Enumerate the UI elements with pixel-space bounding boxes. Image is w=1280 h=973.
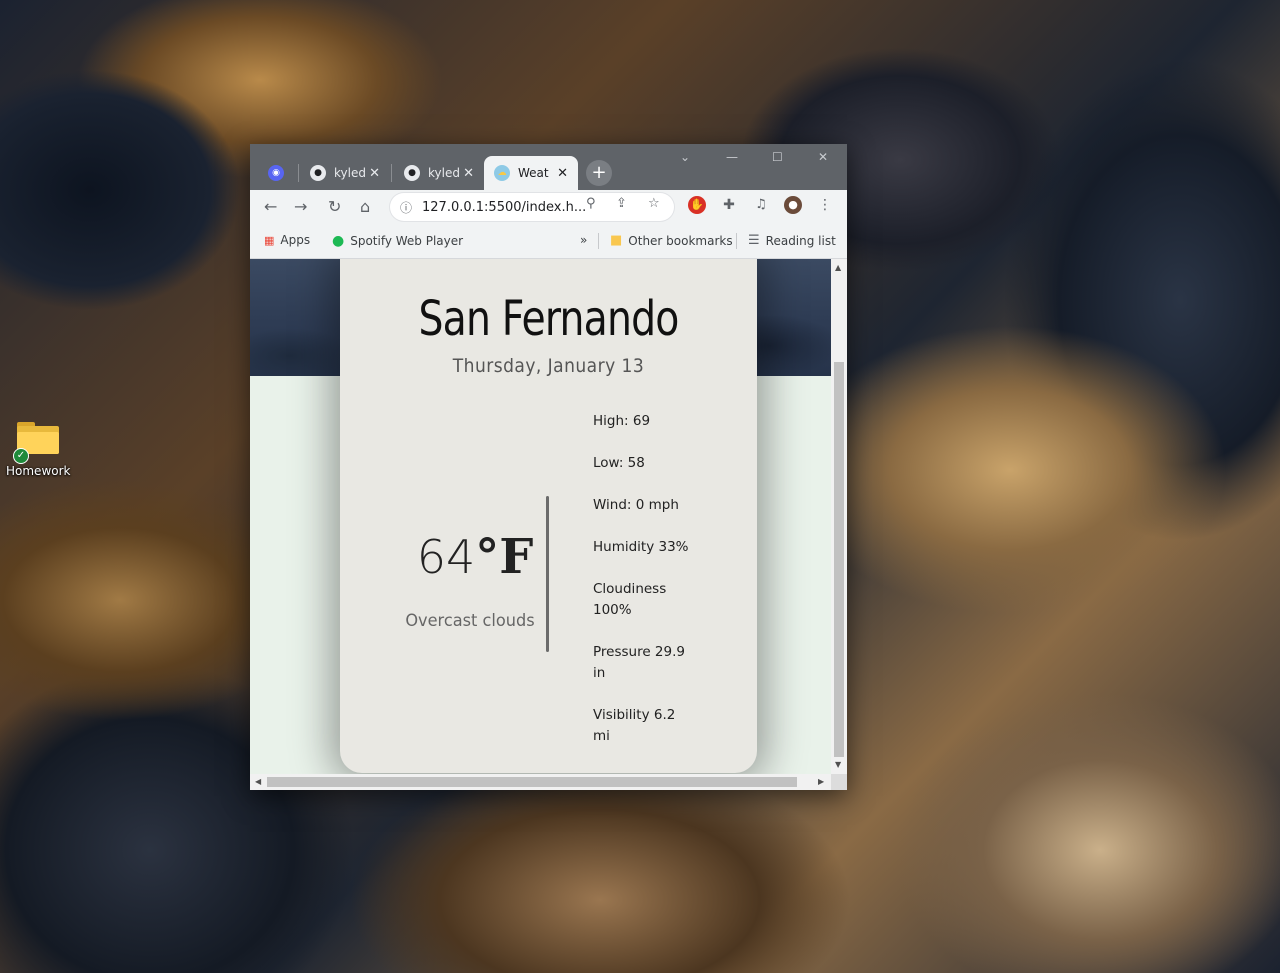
minimize-button[interactable]: — (726, 150, 738, 164)
tab-github-2[interactable]: ● kyled ✕ (394, 156, 484, 190)
menu-kebab-icon[interactable]: ⋮ (816, 196, 834, 214)
reload-icon[interactable]: ↻ (328, 197, 341, 216)
bookmark-spotify[interactable]: ● Spotify Web Player (332, 233, 463, 249)
close-tab-icon[interactable]: ✕ (463, 166, 474, 181)
adblock-extension-icon[interactable]: ✋ (688, 196, 706, 214)
bookmark-label: Apps (280, 233, 311, 247)
media-control-icon[interactable]: ♫ (752, 196, 770, 214)
current-temperature: 64°F (410, 529, 540, 585)
site-info-icon[interactable]: ⓘ (400, 199, 412, 216)
address-url: 127.0.0.1:5500/index.h... (422, 199, 587, 215)
stat-low: Low: 58 (593, 455, 645, 471)
temperature-unit: °F (475, 529, 534, 585)
vertical-divider (546, 496, 549, 652)
scroll-left-arrow-icon[interactable]: ◀ (255, 777, 261, 786)
bookmark-apps[interactable]: ▦ Apps (264, 233, 310, 247)
apps-grid-icon: ▦ (264, 233, 275, 247)
close-tab-icon[interactable]: ✕ (557, 166, 568, 181)
tab-github-1[interactable]: ● kyled ✕ (300, 156, 390, 190)
close-window-button[interactable]: ✕ (818, 150, 828, 164)
browser-window: ◉ ● kyled ✕ ● kyled ✕ ☁ Weat ✕ + ⌄ — ☐ ✕… (250, 144, 847, 790)
bookmark-label: Other bookmarks (628, 233, 733, 248)
stat-pressure: Pressure 29.9 in (593, 644, 685, 681)
github-icon: ● (404, 165, 420, 181)
bookmarks-bar: ▦ Apps ● Spotify Web Player » ■ Other bo… (250, 224, 847, 259)
temperature-value: 64 (416, 530, 476, 584)
desktop-icon-label: Homework (6, 464, 71, 478)
horizontal-scrollbar[interactable]: ◀ ▶ (250, 774, 831, 790)
share-icon[interactable]: ⇪ (616, 196, 627, 211)
bookmark-other[interactable]: ■ Other bookmarks (610, 233, 733, 248)
folder-icon: ■ (610, 233, 623, 248)
back-icon[interactable]: ← (264, 197, 277, 216)
page-viewport: San Fernando Thursday, January 13 64°F O… (250, 259, 831, 774)
scroll-right-arrow-icon[interactable]: ▶ (818, 777, 824, 786)
stat-humidity: Humidity 33% (593, 539, 689, 555)
stat-cloudiness: Cloudiness 100% (593, 581, 667, 618)
stat-visibility: Visibility 6.2 mi (593, 707, 676, 744)
extensions-puzzle-icon[interactable]: ✚ (720, 196, 738, 214)
current-date: Thursday, January 13 (452, 355, 645, 377)
spotify-icon: ● (332, 233, 345, 249)
address-bar[interactable]: ⓘ 127.0.0.1:5500/index.h... (390, 193, 674, 221)
weather-description: Overcast clouds (405, 611, 535, 631)
reading-list-icon: ☰ (748, 233, 760, 248)
tab-discord[interactable]: ◉ (258, 156, 298, 190)
scroll-up-arrow-icon[interactable]: ▲ (835, 263, 841, 272)
vertical-scroll-thumb[interactable] (834, 362, 844, 757)
scrollbar-corner (831, 774, 847, 790)
vertical-scrollbar[interactable]: ▲ ▼ (831, 259, 847, 774)
city-name: San Fernando (418, 291, 680, 347)
weather-icon: ☁ (494, 165, 510, 181)
bookmark-label: Reading list (765, 233, 836, 248)
close-tab-icon[interactable]: ✕ (369, 166, 380, 181)
new-tab-button[interactable]: + (586, 160, 612, 186)
tab-strip: ◉ ● kyled ✕ ● kyled ✕ ☁ Weat ✕ + ⌄ — ☐ ✕ (250, 144, 847, 190)
stat-wind: Wind: 0 mph (593, 497, 679, 513)
discord-icon: ◉ (268, 165, 284, 181)
maximize-button[interactable]: ☐ (772, 150, 783, 164)
bookmark-label: Spotify Web Player (350, 234, 464, 248)
weather-stats: High: 69 Low: 58 Wind: 0 mph Humidity 33… (593, 411, 693, 768)
desktop-icon-homework[interactable]: ✓ Homework (6, 418, 70, 478)
tab-search-icon[interactable]: ⌄ (680, 150, 690, 164)
location-icon[interactable]: ⚲ (586, 196, 596, 211)
forward-icon[interactable]: → (294, 197, 307, 216)
profile-avatar[interactable]: ● (784, 196, 802, 214)
tab-label: Weat (518, 166, 549, 180)
bookmark-star-icon[interactable]: ☆ (648, 196, 660, 211)
home-icon[interactable]: ⌂ (360, 197, 370, 216)
browser-toolbar: ← → ↻ ⌂ ⓘ 127.0.0.1:5500/index.h... ⚲ ⇪ … (250, 190, 847, 224)
tab-label: kyled (334, 166, 366, 180)
tab-weather-active[interactable]: ☁ Weat ✕ (484, 156, 578, 190)
overflow-chevron-icon: » (580, 233, 588, 247)
tab-label: kyled (428, 166, 460, 180)
sync-check-icon: ✓ (13, 448, 29, 464)
bookmarks-overflow-button[interactable]: » (580, 233, 587, 247)
folder-icon: ✓ (13, 422, 59, 464)
github-icon: ● (310, 165, 326, 181)
horizontal-scroll-thumb[interactable] (267, 777, 797, 787)
reading-list-button[interactable]: ☰ Reading list (748, 233, 836, 248)
scroll-down-arrow-icon[interactable]: ▼ (835, 760, 841, 769)
stat-high: High: 69 (593, 413, 651, 429)
weather-card: San Fernando Thursday, January 13 64°F O… (340, 259, 757, 773)
